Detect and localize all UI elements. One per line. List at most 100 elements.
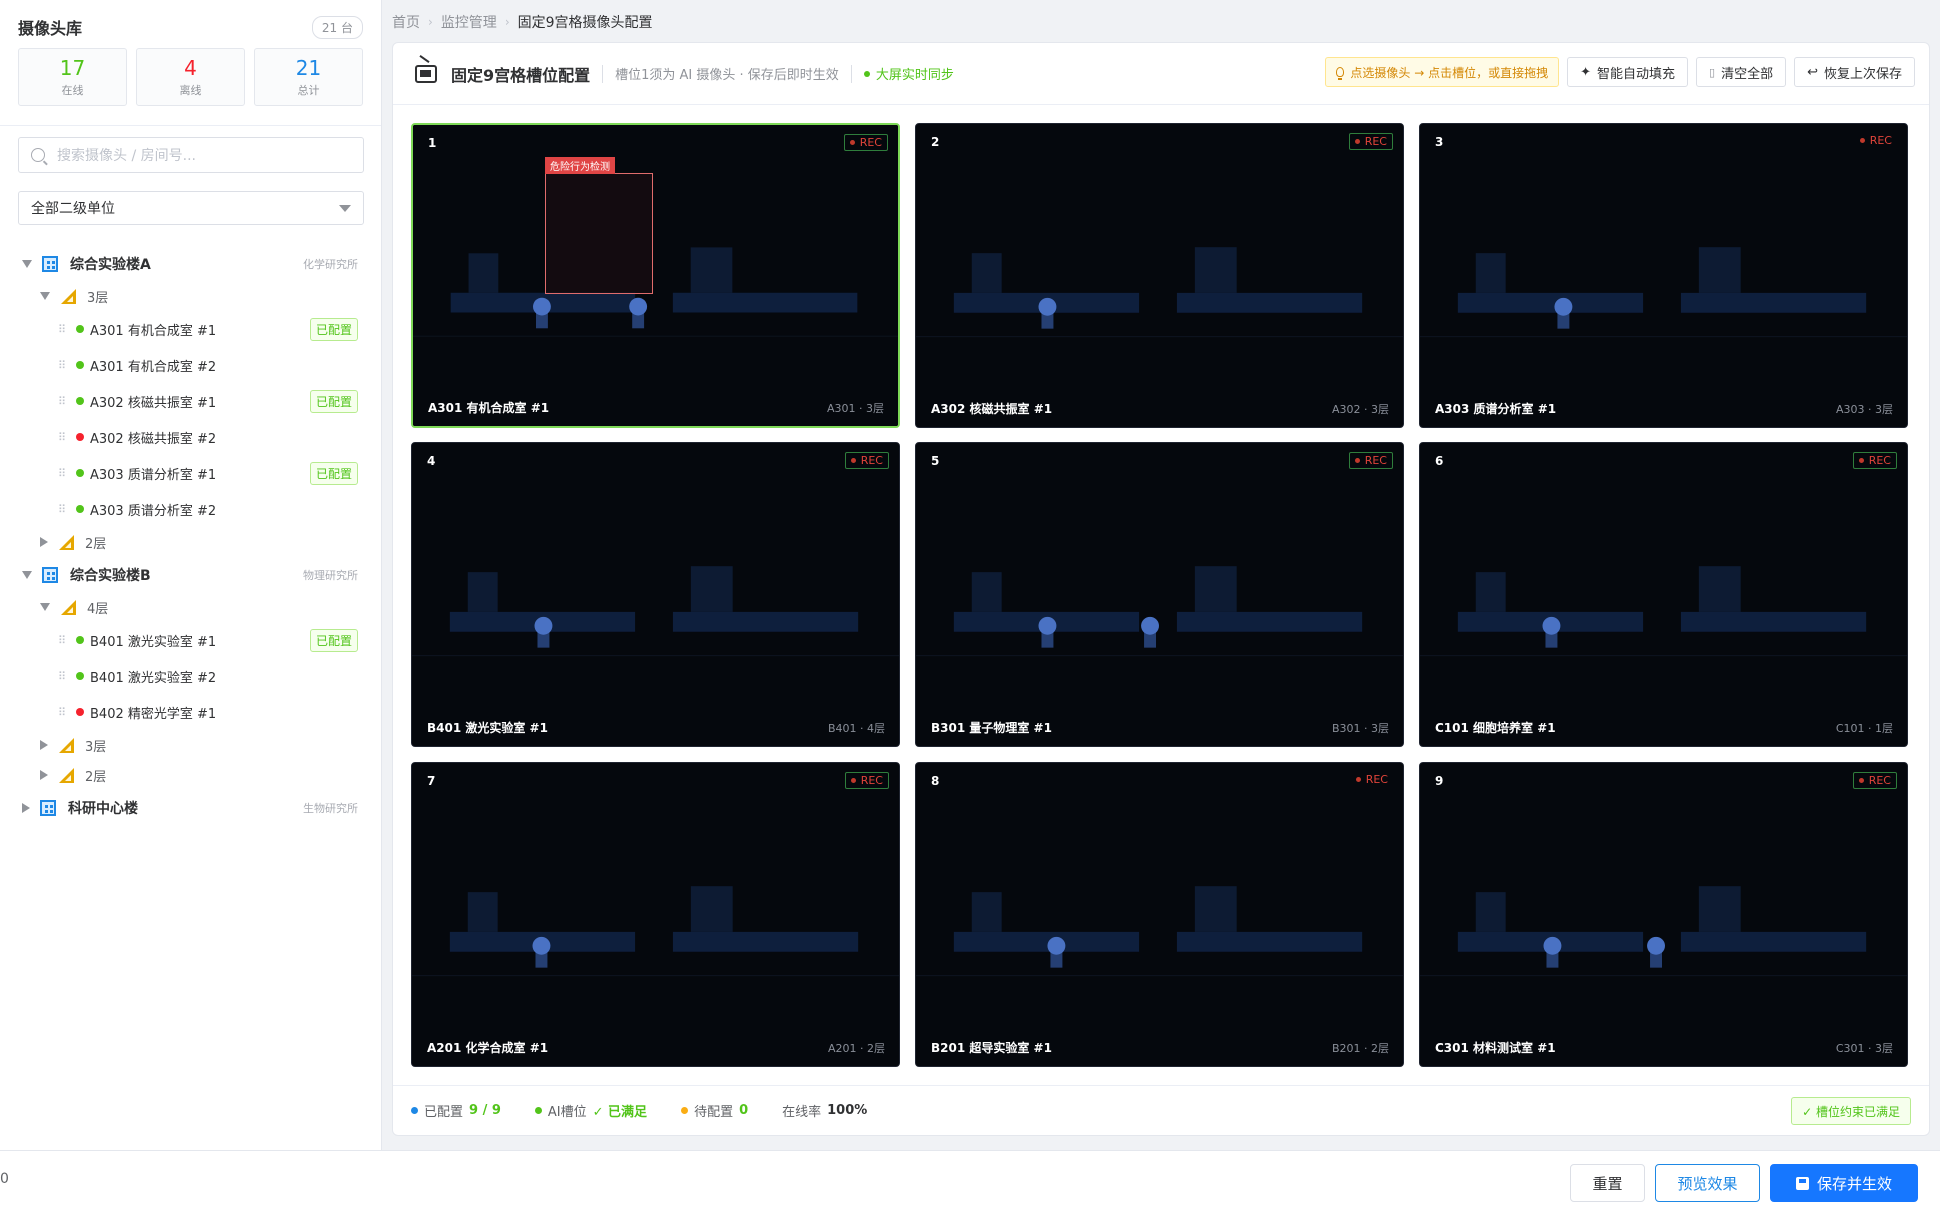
configured-summary: 已配置 9 / 9 — [411, 1101, 501, 1120]
floor-ruler-icon — [61, 599, 76, 615]
tree-camera-item[interactable]: ⠿ A303 质谱分析室 #2 — [0, 491, 380, 527]
magic-wand-icon: ✦ — [1580, 64, 1591, 80]
usage-hint: 点选摄像头 → 点击槽位，或直接拖拽 — [1325, 57, 1560, 87]
grid-slot-4[interactable]: 4 REC B401 激光实验室 #1 B401 · 4层 — [411, 442, 900, 747]
undo-icon: ↩ — [1807, 64, 1818, 80]
configured-badge: 已配置 — [309, 461, 358, 485]
clear-all-button[interactable]: ▯ 清空全部 — [1696, 57, 1787, 87]
tree-building[interactable]: 科研中心楼 生物研究所 — [0, 790, 380, 825]
slot-camera-name: A301 有机合成室 #1 — [428, 401, 550, 415]
floor-ruler-icon — [59, 737, 74, 753]
tree-floor[interactable]: 2层 — [0, 760, 380, 790]
divider — [602, 64, 604, 83]
auto-fill-button[interactable]: ✦ 智能自动填充 — [1567, 57, 1688, 87]
drag-handle-icon[interactable]: ⠿ — [58, 395, 68, 408]
stat-offline: 4 离线 — [136, 48, 245, 106]
breadcrumb-home[interactable]: 首页 — [392, 12, 420, 32]
tree-camera-item[interactable]: ⠿ A301 有机合成室 #2 — [0, 347, 380, 383]
restore-button[interactable]: ↩ 恢复上次保存 — [1794, 57, 1915, 87]
camera-name: A301 有机合成室 #1 — [90, 323, 217, 339]
slot-location: C301 · 3层 — [1835, 1042, 1893, 1055]
unit-select[interactable]: 全部二级单位 — [18, 191, 364, 225]
slot-number: 8 — [931, 774, 940, 788]
expand-right-icon[interactable] — [40, 740, 48, 750]
recording-dot-icon — [1354, 458, 1360, 463]
drag-handle-icon[interactable]: ⠿ — [58, 359, 68, 372]
floor-name: 3层 — [87, 290, 109, 306]
trash-icon: ▯ — [1709, 65, 1716, 79]
drag-handle-icon[interactable]: ⠿ — [58, 670, 68, 683]
tree-camera-item[interactable]: ⠿ B401 激光实验室 #1 已配置 — [0, 622, 380, 658]
tree-building[interactable]: 综合实验楼A 化学研究所 — [0, 246, 380, 281]
rec-indicator: REC — [843, 134, 888, 151]
slot-location: A301 · 3层 — [826, 402, 884, 415]
building-org: 生物研究所 — [303, 801, 358, 815]
grid-slot-7[interactable]: 7 REC A201 化学合成室 #1 A201 · 2层 — [411, 762, 900, 1067]
slot-number: 1 — [428, 136, 437, 150]
search-icon — [31, 148, 45, 162]
tree-building[interactable]: 综合实验楼B 物理研究所 — [0, 557, 380, 592]
online-rate-summary: 在线率 100% — [782, 1101, 867, 1120]
camera-search-input[interactable]: 搜索摄像头 / 房间号... — [18, 137, 364, 173]
drag-handle-icon[interactable]: ⠿ — [58, 706, 68, 719]
expand-right-icon[interactable] — [40, 537, 48, 547]
grid-slot-5[interactable]: 5 REC B301 量子物理室 #1 B301 · 3层 — [915, 442, 1404, 747]
rec-indicator: REC — [844, 452, 889, 469]
tree-camera-item[interactable]: ⠿ A303 质谱分析室 #1 已配置 — [0, 455, 380, 491]
stat-total-value: 21 — [295, 55, 322, 80]
drag-handle-icon[interactable]: ⠿ — [58, 323, 68, 336]
expand-down-icon[interactable] — [22, 259, 32, 268]
tree-floor[interactable]: 3层 — [0, 281, 380, 311]
camera-feed-scene — [916, 763, 1403, 1066]
expand-right-icon[interactable] — [40, 770, 48, 780]
ai-slot-summary: AI槽位 ✓ 已满足 — [534, 1101, 647, 1120]
panel-title: 固定9宫格槽位配置 — [451, 65, 591, 85]
tree-camera-item[interactable]: ⠿ B401 激光实验室 #2 — [0, 658, 380, 694]
preview-button[interactable]: 预览效果 — [1655, 1164, 1760, 1202]
building-name: 科研中心楼 — [68, 800, 138, 817]
grid-slot-1[interactable]: 危险行为检测 1 REC A301 有机合成室 #1 A301 · 3层 — [411, 123, 900, 428]
tree-camera-item[interactable]: ⠿ A302 核磁共振室 #2 — [0, 419, 380, 455]
slot-number: 4 — [427, 454, 436, 468]
reset-button[interactable]: 重置 — [1570, 1164, 1645, 1202]
camera-name: B401 激光实验室 #2 — [90, 670, 217, 686]
online-rate-label: 在线率 — [782, 1105, 822, 1120]
drag-handle-icon[interactable]: ⠿ — [58, 467, 68, 480]
status-offline-dot — [76, 433, 84, 441]
grid-slot-8[interactable]: 8 REC B201 超导实验室 #1 B201 · 2层 — [915, 762, 1404, 1067]
slot-grid: 危险行为检测 1 REC A301 有机合成室 #1 A301 · 3层 2 REC A302… — [411, 123, 1911, 1067]
rec-indicator: REC — [1852, 452, 1897, 469]
expand-down-icon[interactable] — [40, 603, 50, 611]
save-apply-button[interactable]: 保存并生效 — [1770, 1164, 1918, 1202]
rec-label: REC — [1869, 134, 1892, 147]
tree-floor[interactable]: 3层 — [0, 730, 380, 760]
ai-dot-icon — [534, 1107, 542, 1114]
drag-handle-icon[interactable]: ⠿ — [58, 503, 68, 516]
breadcrumb-monitor[interactable]: 监控管理 — [441, 12, 497, 32]
recording-dot-icon — [850, 458, 856, 463]
expand-right-icon[interactable] — [22, 802, 30, 813]
building-name: 综合实验楼B — [70, 567, 151, 584]
grid-slot-2[interactable]: 2 REC A302 核磁共振室 #1 A302 · 3层 — [915, 123, 1404, 428]
slot-number: 7 — [427, 774, 436, 788]
status-online-dot — [76, 505, 84, 513]
floor-ruler-icon — [61, 288, 76, 304]
grid-config-panel: 固定9宫格槽位配置 槽位1须为 AI 摄像头 · 保存后即时生效 大屏实时同步 … — [392, 42, 1930, 1136]
drag-handle-icon[interactable]: ⠿ — [58, 634, 68, 647]
slot-number: 3 — [1435, 135, 1444, 149]
tree-camera-item[interactable]: ⠿ A301 有机合成室 #1 已配置 — [0, 311, 380, 347]
grid-slot-6[interactable]: 6 REC C101 细胞培养室 #1 C101 · 1层 — [1419, 442, 1908, 747]
grid-slot-9[interactable]: 9 REC C301 材料测试室 #1 C301 · 3层 — [1419, 762, 1908, 1067]
camera-feed-scene — [916, 124, 1403, 427]
tree-camera-item[interactable]: ⠿ B402 精密光学室 #1 — [0, 694, 380, 730]
drag-handle-icon[interactable]: ⠿ — [58, 431, 68, 444]
grid-slot-3[interactable]: 3 REC A303 质谱分析室 #1 A303 · 3层 — [1419, 123, 1908, 428]
expand-down-icon[interactable] — [40, 292, 50, 300]
tree-floor[interactable]: 4层 — [0, 592, 380, 622]
expand-down-icon[interactable] — [22, 570, 32, 579]
header-actions: 点选摄像头 → 点击槽位，或直接拖拽 ✦ 智能自动填充 ▯ 清空全部 ↩ 恢复上… — [1325, 57, 1915, 87]
tree-camera-item[interactable]: ⠿ A302 核磁共振室 #1 已配置 — [0, 383, 380, 419]
camera-name: A301 有机合成室 #2 — [90, 359, 217, 375]
tree-floor[interactable]: 2层 — [0, 527, 380, 557]
rec-indicator: REC — [844, 772, 889, 789]
